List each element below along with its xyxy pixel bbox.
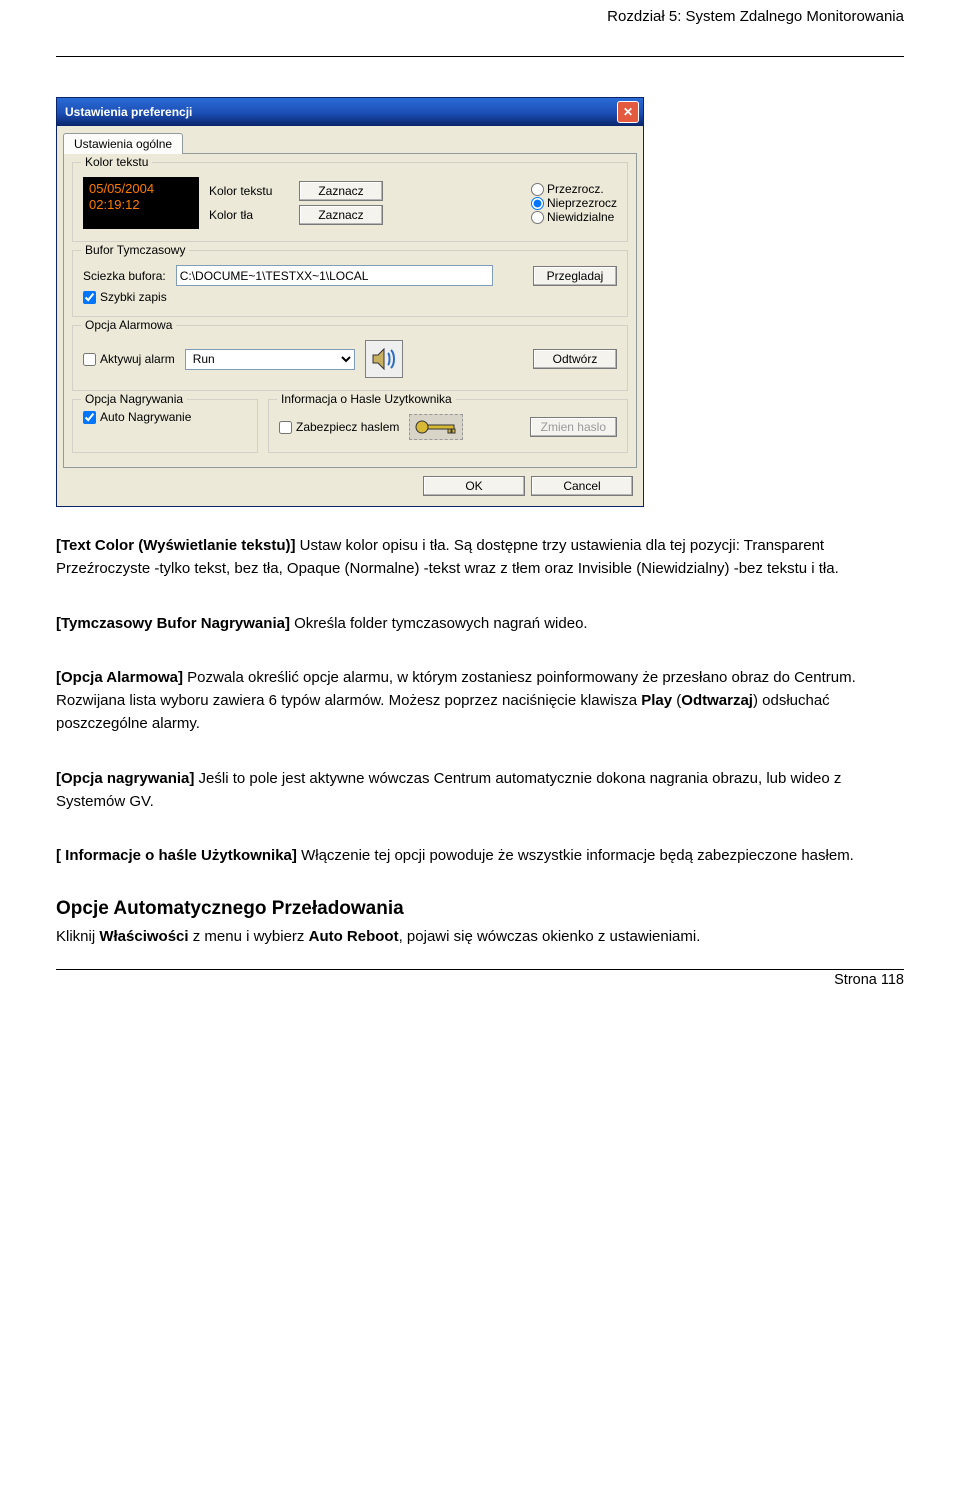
para-auto-reboot: Kliknij Właściwości z menu i wybierz Aut…	[56, 926, 904, 949]
activate-alarm-label: Aktywuj alarm	[100, 352, 175, 366]
radio-opaque-label: Nieprzezrocz	[547, 196, 617, 210]
rule-top	[56, 56, 904, 57]
close-icon[interactable]: ✕	[617, 101, 639, 123]
radio-transparent[interactable]: Przezrocz.	[531, 182, 617, 196]
tab-strip: Ustawienia ogólne	[63, 132, 637, 153]
rule-bottom	[56, 969, 904, 970]
alarm-type-select[interactable]: Run	[185, 349, 355, 370]
para-buffer: [Tymczasowy Bufor Nagrywania] Określa fo…	[56, 613, 904, 636]
pick-text-color-button[interactable]: Zaznacz	[299, 181, 383, 201]
protect-password-label: Zabezpiecz haslem	[296, 420, 399, 434]
tab-body: Kolor tekstu 05/05/2004 02:19:12 Kolor t…	[63, 153, 637, 468]
browse-button[interactable]: Przegladaj	[533, 266, 617, 286]
speaker-icon	[365, 340, 403, 378]
chapter-header: Rozdział 5: System Zdalnego Monitorowani…	[607, 8, 904, 25]
label-bg-color: Kolor tła	[209, 208, 289, 222]
radio-opaque[interactable]: Nieprzezrocz	[531, 196, 617, 210]
key-icon	[409, 414, 463, 440]
group-recording-title: Opcja Nagrywania	[81, 392, 187, 406]
activate-alarm-checkbox[interactable]: Aktywuj alarm	[83, 352, 175, 366]
preview-time: 02:19:12	[89, 197, 193, 213]
para-alarm: [Opcja Alarmowa] Pozwala określić opcje …	[56, 667, 904, 735]
radio-invisible-label: Niewidzialne	[547, 210, 614, 224]
radio-transparent-label: Przezrocz.	[547, 182, 604, 196]
change-password-button[interactable]: Zmien haslo	[530, 417, 617, 437]
heading-auto-reboot: Opcje Automatycznego Przeładowania	[56, 898, 904, 920]
dialog-titlebar[interactable]: Ustawienia preferencji ✕	[57, 98, 643, 126]
page-number: Strona 118	[56, 972, 904, 998]
radio-invisible[interactable]: Niewidzialne	[531, 210, 617, 224]
auto-record-checkbox[interactable]: Auto Nagrywanie	[83, 410, 247, 424]
play-alarm-button[interactable]: Odtwórz	[533, 349, 617, 369]
group-alarm: Opcja Alarmowa Aktywuj alarm Run Odtwórz	[72, 325, 628, 391]
tab-general[interactable]: Ustawienia ogólne	[63, 133, 183, 154]
fast-write-checkbox[interactable]: Szybki zapis	[83, 290, 167, 304]
label-buffer-path: Sciezka bufora:	[83, 269, 166, 283]
group-text-color-title: Kolor tekstu	[81, 155, 152, 169]
group-user-password-title: Informacja o Hasle Uzytkownika	[277, 392, 456, 406]
dialog-title: Ustawienia preferencji	[65, 105, 192, 119]
document-body: [Text Color (Wyświetlanie tekstu)] Ustaw…	[56, 535, 904, 949]
protect-password-checkbox[interactable]: Zabezpiecz haslem	[279, 420, 399, 434]
group-recording: Opcja Nagrywania Auto Nagrywanie	[72, 399, 258, 453]
para-userpass: [ Informacje o haśle Użytkownika] Włącze…	[56, 845, 904, 868]
group-user-password: Informacja o Hasle Uzytkownika Zabezpiec…	[268, 399, 628, 453]
label-text-color: Kolor tekstu	[209, 184, 289, 198]
group-text-color: Kolor tekstu 05/05/2004 02:19:12 Kolor t…	[72, 162, 628, 242]
text-color-preview: 05/05/2004 02:19:12	[83, 177, 199, 229]
auto-record-label: Auto Nagrywanie	[100, 410, 191, 424]
group-buffer-title: Bufor Tymczasowy	[81, 243, 189, 257]
para-record: [Opcja nagrywania] Jeśli to pole jest ak…	[56, 768, 904, 814]
group-alarm-title: Opcja Alarmowa	[81, 318, 176, 332]
ok-button[interactable]: OK	[423, 476, 525, 496]
para-text-color: [Text Color (Wyświetlanie tekstu)] Ustaw…	[56, 535, 904, 581]
buffer-path-input[interactable]	[176, 265, 493, 286]
preview-date: 05/05/2004	[89, 181, 193, 197]
preferences-dialog: Ustawienia preferencji ✕ Ustawienia ogól…	[56, 97, 644, 507]
group-buffer: Bufor Tymczasowy Sciezka bufora: Przegla…	[72, 250, 628, 317]
pick-bg-color-button[interactable]: Zaznacz	[299, 205, 383, 225]
fast-write-label: Szybki zapis	[100, 290, 167, 304]
cancel-button[interactable]: Cancel	[531, 476, 633, 496]
